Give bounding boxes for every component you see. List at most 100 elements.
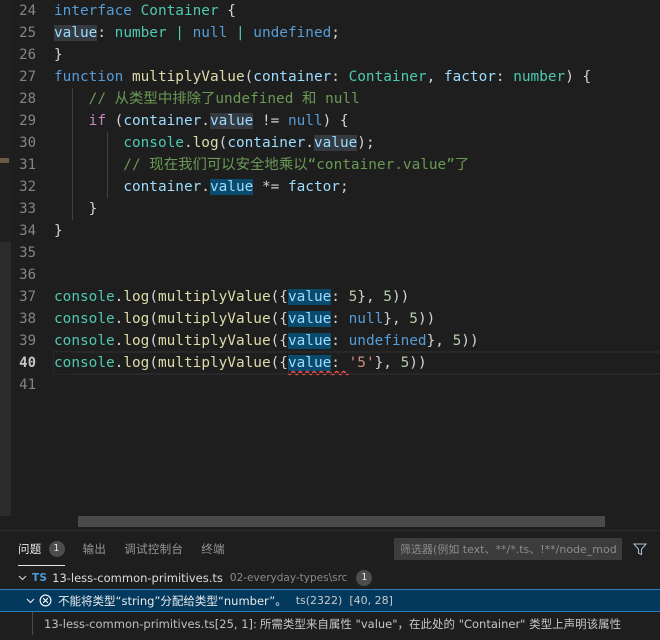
line-content[interactable]: } [54, 44, 660, 66]
code-line[interactable]: 24 interface Container { [11, 0, 660, 22]
line-content[interactable] [54, 374, 660, 396]
problem-file-path: 02-everyday-types\src [229, 571, 348, 584]
code-line[interactable]: 40 console.log(multiplyValue({value: '5'}… [11, 351, 660, 375]
code-line[interactable]: 28 // 从类型中排除了undefined 和 null [11, 88, 660, 110]
indent-guide [106, 154, 108, 176]
code-line[interactable]: 32 container.value *= factor; [11, 176, 660, 198]
line-content[interactable]: console.log(container.value); [54, 132, 660, 154]
problems-list[interactable]: TS 13-less-common-primitives.ts 02-every… [0, 566, 660, 640]
line-content[interactable]: console.log(multiplyValue({value: '5'}, … [53, 351, 660, 375]
code-token: ({ [270, 289, 288, 305]
code-token: : [331, 69, 349, 85]
code-token: value [54, 25, 98, 41]
code-line[interactable]: 35 [11, 242, 660, 264]
problem-message: 不能将类型“string”分配给类型“number”。 [58, 593, 287, 608]
line-content[interactable]: console.log(multiplyValue({value: 5}, 5)… [54, 286, 660, 308]
line-number: 38 [19, 311, 36, 327]
code-line[interactable]: 34} [11, 220, 660, 242]
code-token: }, [357, 289, 384, 305]
panel-tab-3[interactable]: 终端 [201, 531, 225, 566]
code-token: )) [461, 333, 479, 349]
code-line[interactable]: 25 value: number | null | undefined; [11, 22, 660, 44]
editor-horizontal-scrollbar[interactable] [0, 516, 660, 530]
line-content[interactable] [54, 264, 660, 286]
code-token: multiplyValue [131, 69, 245, 85]
line-content[interactable]: // 从类型中排除了undefined 和 null [54, 88, 660, 110]
code-line[interactable]: 38 console.log(multiplyValue({value: null… [11, 308, 660, 330]
code-line[interactable]: 41 [11, 374, 660, 396]
line-content[interactable]: container.value *= factor; [54, 176, 660, 198]
code-token: *= [253, 179, 288, 195]
code-token: ( [149, 333, 158, 349]
code-token: ( [149, 289, 158, 305]
line-content[interactable]: if (container.value != null) { [54, 110, 660, 132]
code-token: log [123, 289, 150, 305]
indent-guide [72, 110, 73, 132]
problems-filter-box[interactable] [394, 538, 622, 560]
panel-tab-label: 终端 [201, 541, 225, 556]
line-content[interactable]: function multiplyValue(container: Contai… [54, 66, 660, 88]
code-line[interactable]: 26} [11, 44, 660, 66]
funnel-icon[interactable] [632, 541, 648, 557]
indent-guide [106, 176, 108, 198]
problem-detail-row[interactable]: 13-less-common-primitives.ts[25, 1]: 所需类… [0, 612, 660, 635]
code-line[interactable]: 37 console.log(multiplyValue({value: 5}, … [11, 286, 660, 308]
code-token: )) [417, 311, 436, 327]
code-token: Container [140, 3, 219, 19]
code-token: ( [218, 135, 228, 151]
code-token: factor [287, 179, 340, 195]
code-line[interactable]: 29 if (container.value != null) { [11, 110, 660, 132]
panel-tab-0[interactable]: 问题 1 [18, 531, 65, 566]
line-number: 32 [19, 179, 36, 195]
line-content[interactable]: value: number | null | undefined; [54, 22, 660, 44]
vscode-window: 24 interface Container {25 value: number |… [0, 0, 660, 640]
line-content[interactable]: } [54, 220, 660, 242]
line-content[interactable] [54, 242, 660, 264]
code-token: . [201, 179, 210, 195]
panel-tab-label: 调试控制台 [124, 541, 184, 556]
code-token: number [114, 25, 167, 41]
code-token: }, [383, 311, 410, 327]
line-content[interactable]: interface Container { [54, 0, 660, 22]
problem-count-badge: 1 [356, 569, 373, 586]
line-content[interactable]: console.log(multiplyValue({value: undefi… [54, 330, 660, 352]
problem-code: ts(2322) [295, 594, 343, 607]
minimap[interactable] [0, 0, 11, 530]
code-token: != [253, 113, 288, 129]
code-token: container [123, 179, 202, 195]
scrollbar-thumb[interactable] [78, 516, 605, 527]
code-line[interactable]: 30 console.log(container.value); [11, 132, 660, 154]
panel-tab-1[interactable]: 输出 [83, 531, 107, 566]
panel-tab-2[interactable]: 调试控制台 [124, 531, 183, 566]
code-editor[interactable]: 24 interface Container {25 value: number |… [0, 0, 660, 530]
bottom-panel: 问题 1 输出 调试控制台 终端 TS 13-less-common-primitive… [0, 530, 660, 640]
line-content[interactable]: } [54, 198, 660, 220]
line-content[interactable]: console.log(multiplyValue({value: null},… [54, 308, 660, 330]
code-token: }, [374, 355, 401, 371]
filter-input[interactable] [400, 542, 616, 556]
code-token: : [331, 311, 349, 327]
indent-guide [72, 198, 73, 220]
code-lines[interactable]: 24 interface Container {25 value: number |… [11, 0, 660, 516]
line-content[interactable]: // 现在我们可以安全地乘以“container.value”了 [54, 154, 660, 176]
code-token: 5 [409, 311, 418, 327]
code-token: }, [426, 333, 453, 349]
code-line[interactable]: 31 // 现在我们可以安全地乘以“container.value”了 [11, 154, 660, 176]
problem-detail-text: 所需类型来自属性 "value"，在此处的 "Container" 类型上声明该… [259, 616, 622, 631]
code-token: console [54, 355, 115, 371]
line-number: 30 [19, 135, 36, 151]
code-line[interactable]: 33 } [11, 198, 660, 220]
code-token: 5 [452, 333, 462, 349]
minimap-viewport-slider[interactable] [0, 242, 11, 530]
chevron-down-icon[interactable] [14, 570, 30, 586]
problem-error-row[interactable]: 不能将类型“string”分配给类型“number”。 ts(2322) [40… [0, 589, 660, 612]
code-token: container [123, 113, 202, 129]
code-line[interactable]: 36 [11, 264, 660, 286]
code-token: 5 [400, 355, 410, 371]
code-line[interactable]: 27 function multiplyValue(container: Cont… [11, 66, 660, 88]
code-line[interactable]: 39 console.log(multiplyValue({value: unde… [11, 330, 660, 352]
chevron-down-icon[interactable] [22, 593, 38, 609]
code-token: } [54, 47, 63, 63]
problems-file-row[interactable]: TS 13-less-common-primitives.ts 02-every… [0, 566, 660, 589]
code-token: '5' [348, 355, 375, 371]
